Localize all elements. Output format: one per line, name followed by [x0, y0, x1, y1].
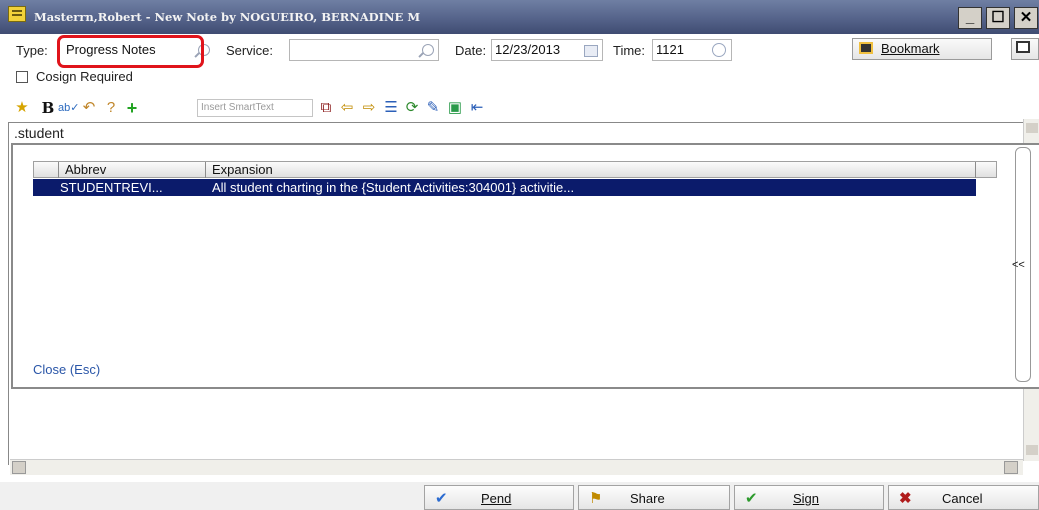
cancel-x-icon: ✖ — [899, 490, 912, 507]
scroll-left-icon[interactable] — [12, 461, 26, 474]
bookmark-label: Bookmark — [881, 41, 940, 56]
close-link[interactable]: Close (Esc) — [33, 362, 100, 377]
share-icon: ⚑ — [589, 490, 603, 507]
smartphrase-popup: Abbrev Expansion ★ STUDENTREVI... All st… — [11, 143, 1039, 389]
bold-icon[interactable]: B — [39, 99, 57, 117]
sign-check-icon: ✔ — [745, 490, 758, 507]
favorites-icon[interactable]: ★ — [13, 99, 31, 117]
calendar-icon[interactable] — [584, 45, 598, 57]
clock-icon[interactable] — [712, 43, 726, 57]
back-icon[interactable]: ⇦ — [338, 99, 356, 117]
service-search-icon[interactable] — [422, 44, 434, 56]
bookmark-button[interactable]: Bookmark — [852, 38, 992, 60]
grid-header-star — [34, 162, 59, 178]
list-icon[interactable]: ☰ — [382, 99, 400, 117]
sign-button[interactable]: ✔ Sign — [734, 485, 884, 510]
edit-icon[interactable]: ✎ — [424, 99, 442, 117]
close-window-button[interactable]: ✕ — [1014, 7, 1038, 29]
pend-icon: ✔ — [435, 490, 448, 507]
table-row[interactable]: STUDENTREVI... All student charting in t… — [33, 179, 976, 196]
link-icon[interactable]: ⧉ — [317, 99, 335, 117]
image-icon[interactable]: ▣ — [446, 99, 464, 117]
type-label: Type: — [16, 43, 48, 58]
date-label: Date: — [455, 43, 487, 58]
add-icon[interactable]: + — [123, 99, 141, 117]
insert-icon[interactable]: ⇤ — [468, 99, 486, 117]
scroll-right-icon[interactable] — [1004, 461, 1018, 474]
type-highlight — [57, 35, 204, 68]
exit-icon — [1016, 41, 1030, 53]
pend-button[interactable]: ✔ Pend — [424, 485, 574, 510]
share-button[interactable]: ⚑ Share — [578, 485, 730, 510]
refresh-icon[interactable]: ⟳ — [403, 99, 421, 117]
editor-text: .student — [14, 125, 64, 141]
window-title: Masterrn,Robert - New Note by NOGUEIRO, … — [34, 10, 421, 24]
title-bar: Masterrn,Robert - New Note by NOGUEIRO, … — [0, 0, 1039, 34]
exit-button[interactable] — [1011, 38, 1039, 60]
cosign-checkbox[interactable] — [16, 71, 28, 83]
side-panel-toggle[interactable]: << — [1012, 259, 1025, 271]
restore-button[interactable]: ☐ — [986, 7, 1010, 29]
cosign-label: Cosign Required — [36, 69, 133, 84]
row-expansion: All student charting in the {Student Act… — [212, 180, 575, 195]
scroll-down-icon[interactable] — [1026, 445, 1038, 455]
row-abbrev: STUDENTREVI... — [60, 180, 163, 195]
scroll-up-icon[interactable] — [1026, 123, 1038, 133]
forward-icon[interactable]: ⇨ — [360, 99, 378, 117]
service-field[interactable] — [289, 39, 439, 61]
bookmark-icon — [859, 42, 873, 54]
cancel-button[interactable]: ✖ Cancel — [888, 485, 1039, 510]
help-icon[interactable]: ? — [102, 99, 120, 117]
minimize-button[interactable]: _ — [958, 7, 982, 29]
editor-horizontal-scrollbar[interactable] — [10, 459, 1023, 475]
column-abbrev[interactable]: Abbrev — [59, 162, 206, 178]
undo-icon[interactable]: ↶ — [80, 99, 98, 117]
time-label: Time: — [613, 43, 646, 58]
note-icon — [8, 6, 26, 22]
column-expansion[interactable]: Expansion — [206, 162, 976, 178]
editor-toolbar: ★ B ab✓ ↶ ? + — [0, 96, 1039, 120]
grid-header: Abbrev Expansion — [33, 161, 997, 178]
spellcheck-icon[interactable]: ab✓ — [58, 99, 79, 117]
service-label: Service: — [226, 43, 273, 58]
smarttext-input[interactable]: Insert SmartText — [197, 99, 313, 117]
